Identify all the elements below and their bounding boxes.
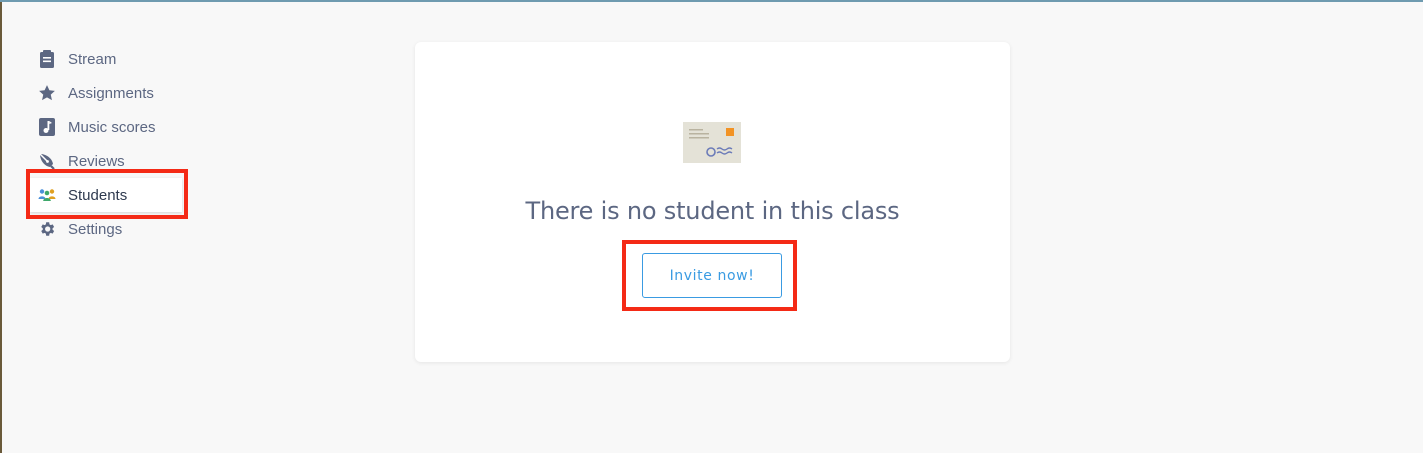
sidebar-item-label: Stream (68, 50, 117, 68)
sidebar-item-label: Music scores (68, 118, 156, 136)
invite-now-button[interactable]: Invite now! (642, 253, 782, 298)
sidebar: Stream Assignments Music scores Reviews … (30, 42, 190, 246)
sidebar-item-reviews[interactable]: Reviews (30, 144, 190, 178)
page: Stream Assignments Music scores Reviews … (0, 0, 1423, 453)
sidebar-item-label: Assignments (68, 84, 154, 102)
empty-state-card: There is no student in this class Invite… (415, 42, 1010, 362)
music-note-icon (38, 118, 56, 136)
window-edge (0, 2, 2, 453)
empty-state-message: There is no student in this class (525, 197, 900, 225)
pen-nib-icon (38, 152, 56, 170)
star-icon (38, 84, 56, 102)
sidebar-item-label: Students (68, 186, 128, 204)
sidebar-item-settings[interactable]: Settings (30, 212, 190, 246)
envelope-icon (683, 122, 741, 163)
sidebar-item-students[interactable]: Students (30, 178, 182, 212)
clipboard-icon (38, 50, 56, 68)
sidebar-item-label: Settings (68, 220, 123, 238)
users-icon (38, 186, 56, 204)
sidebar-item-label: Reviews (68, 152, 125, 170)
gear-icon (38, 220, 56, 238)
sidebar-item-stream[interactable]: Stream (30, 42, 190, 76)
sidebar-item-music-scores[interactable]: Music scores (30, 110, 190, 144)
sidebar-item-assignments[interactable]: Assignments (30, 76, 190, 110)
